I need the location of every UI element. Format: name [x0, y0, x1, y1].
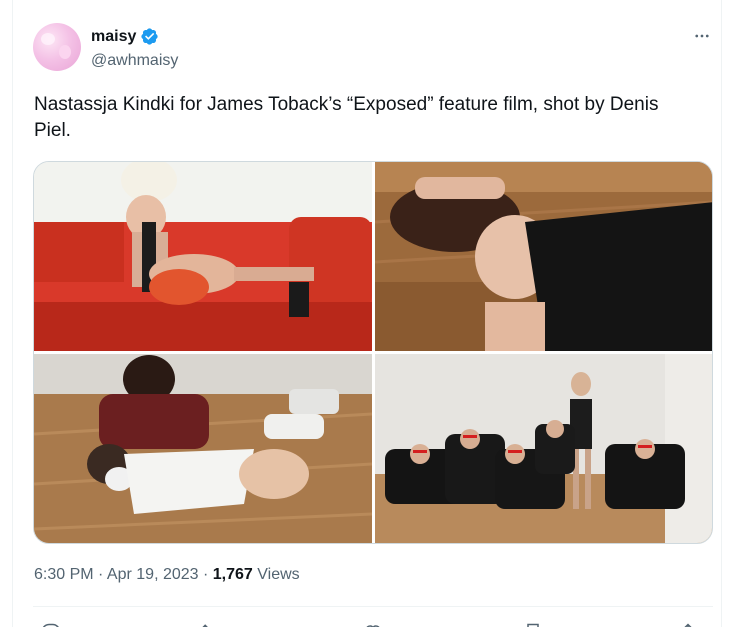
- author-handle[interactable]: @awhmaisy: [91, 52, 178, 70]
- woman-on-red-sofa-photo[interactable]: [34, 162, 372, 351]
- tweet-text: Nastassja Kindki for James Toback’s “Exp…: [34, 94, 659, 141]
- divider: [33, 606, 713, 607]
- views-label: Views: [257, 566, 300, 583]
- tweet-meta: 6:30 PM · Apr 19, 2023 · 1,767 Views: [34, 566, 300, 584]
- woman-standing-among-men-in-tuxedos-photo[interactable]: [375, 354, 712, 543]
- action-bar: [33, 618, 713, 627]
- share-icon[interactable]: [678, 622, 698, 627]
- repost-icon[interactable]: [201, 622, 221, 627]
- display-name[interactable]: maisy: [91, 28, 136, 46]
- media-grid: [33, 161, 713, 544]
- two-women-on-wooden-floor-photo[interactable]: [34, 354, 372, 543]
- avatar[interactable]: [33, 23, 81, 71]
- timestamp[interactable]: 6:30 PM · Apr 19, 2023 ·: [34, 566, 208, 583]
- like-icon[interactable]: [363, 622, 383, 627]
- views-count: 1,767: [212, 566, 253, 583]
- verified-badge-icon: [141, 28, 158, 45]
- woman-lying-on-floor-photo[interactable]: [375, 162, 712, 351]
- more-horizontal-icon[interactable]: [690, 27, 714, 45]
- reply-icon[interactable]: [41, 622, 61, 627]
- bookmark-icon[interactable]: [523, 622, 543, 627]
- author-name-row: maisy: [91, 27, 159, 46]
